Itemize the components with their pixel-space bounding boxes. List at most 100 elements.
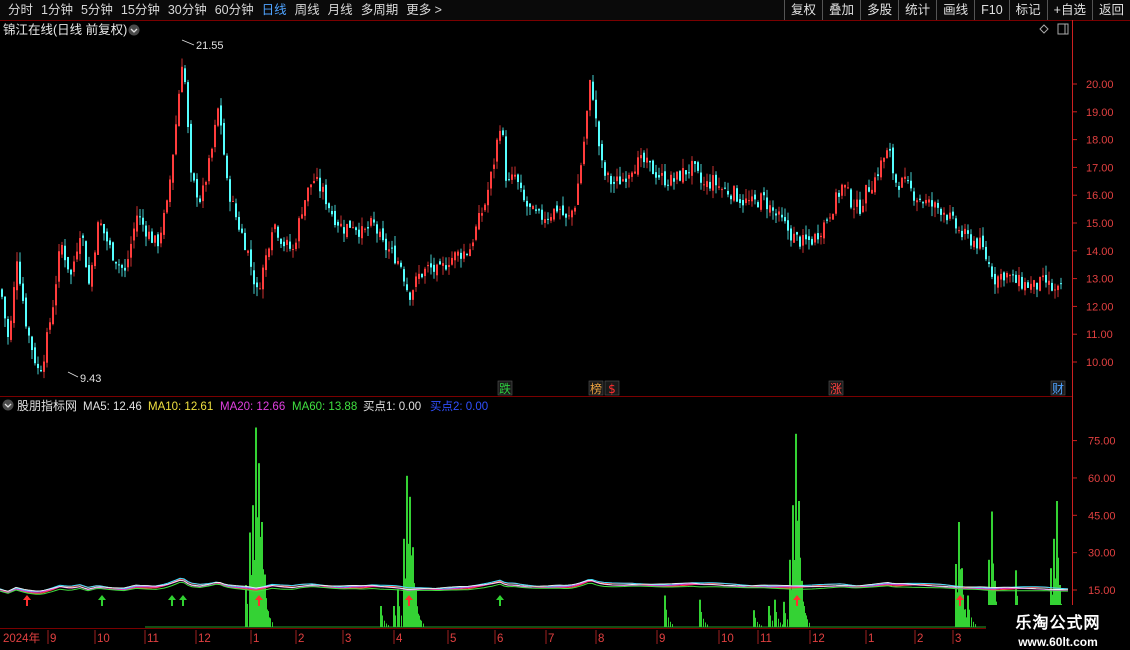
volume-decay-bar	[759, 624, 760, 627]
candle-body	[910, 180, 912, 189]
volume-decay-bar	[757, 621, 758, 627]
candle-body	[862, 205, 864, 213]
candle-body	[868, 187, 870, 192]
volume-decay-bar	[672, 624, 673, 627]
candle-body	[913, 191, 915, 201]
candle-body	[112, 242, 114, 261]
candle-body	[892, 147, 894, 174]
indicator-name[interactable]: 股朋指标网	[17, 398, 77, 413]
volume-decay-bar	[270, 618, 271, 627]
candle-body	[853, 208, 855, 210]
candle-body	[232, 200, 234, 202]
candle-body	[385, 238, 387, 251]
candle-body	[754, 194, 756, 200]
candle-body	[1024, 282, 1026, 291]
candle-body	[781, 214, 783, 218]
legend-item: 买点2: 0.00	[430, 400, 488, 413]
candle-body	[331, 210, 333, 215]
candle-body	[157, 234, 159, 247]
price-axis: 20.00 19.00 18.00 17.00 16.00 15.00 14.00 13.00…	[1072, 79, 1114, 369]
event-marker-finance[interactable]: 财	[1052, 382, 1064, 396]
time-tick-label: 6	[497, 633, 503, 645]
candle-body	[1009, 275, 1011, 277]
event-marker-list[interactable]: 榜	[590, 381, 602, 396]
candle-body	[79, 238, 81, 254]
indicator-chevron-icon[interactable]	[2, 399, 14, 411]
candle-body	[859, 199, 861, 214]
candle-body	[151, 231, 153, 243]
candle-body	[244, 232, 246, 251]
candle-body	[526, 200, 528, 207]
candle-body	[571, 210, 573, 218]
candle-body	[469, 249, 471, 257]
volume-bar	[397, 589, 399, 627]
candle-body	[832, 213, 834, 220]
candle-body	[265, 255, 267, 271]
candle-body	[124, 267, 126, 271]
event-marker-rise[interactable]: 涨	[830, 381, 842, 396]
stock-title[interactable]: 锦江在线(日线 前复权)	[3, 22, 127, 37]
candle-body	[964, 228, 966, 235]
event-marker-drop[interactable]: 跌	[499, 381, 511, 396]
candle-body	[790, 228, 792, 241]
candle-body	[406, 284, 408, 291]
volume-decay-bar	[806, 615, 807, 627]
volume-decay-bar	[755, 617, 756, 627]
candle-body	[898, 186, 900, 190]
candle-body	[529, 203, 531, 207]
candle-body	[598, 121, 600, 147]
time-tick-label: 7	[548, 633, 554, 645]
candle-body	[379, 231, 381, 238]
candle-body	[952, 211, 954, 216]
candle-body	[658, 175, 660, 178]
candle-body	[556, 205, 558, 212]
candle-body	[550, 217, 552, 221]
volume-bar	[792, 505, 794, 627]
candle-body	[337, 221, 339, 226]
time-tick-label: 3	[345, 633, 351, 645]
volume-decay-bar	[975, 624, 976, 627]
candle-body	[409, 292, 411, 300]
candle-body	[607, 172, 609, 176]
price-tick-label: 11.00	[1086, 329, 1113, 341]
candle-body	[418, 273, 420, 279]
candle-body	[1006, 273, 1008, 278]
volume-decay-bar	[965, 609, 966, 627]
diamond-icon[interactable]	[1039, 24, 1049, 34]
candle-body	[586, 110, 588, 139]
candle-body	[43, 361, 45, 372]
candle-body	[88, 265, 90, 284]
candle-body	[619, 176, 621, 185]
candle-body	[181, 66, 183, 93]
candle-body	[463, 251, 465, 259]
candlestick-series	[1, 58, 1062, 379]
volume-bar	[264, 574, 266, 627]
candle-body	[805, 234, 807, 240]
volume-decay-bar	[384, 620, 385, 627]
candle-body	[436, 264, 438, 276]
candle-body	[601, 143, 603, 161]
candle-body	[592, 81, 594, 100]
volume-decay-bar	[670, 621, 671, 627]
legend-item: 买点1: 0.00	[363, 400, 421, 413]
candle-body	[169, 179, 171, 203]
candle-body	[472, 242, 474, 247]
candle-body	[610, 176, 612, 185]
candle-body	[745, 198, 747, 204]
volume-decay-bar	[668, 617, 669, 627]
buy-signal-arrow	[23, 595, 31, 606]
candle-body	[1051, 282, 1053, 291]
candle-body	[973, 240, 975, 248]
volume-decay-bar	[803, 601, 804, 627]
candle-body	[403, 269, 405, 282]
candle-body	[505, 136, 507, 181]
chevron-down-icon[interactable]	[128, 24, 140, 36]
candle-body	[316, 176, 318, 179]
candle-body	[28, 327, 30, 336]
candle-body	[58, 251, 60, 282]
panel-toggle-icon[interactable]	[1057, 23, 1069, 35]
candle-body	[799, 236, 801, 247]
price-tick-label: 18.00	[1086, 135, 1114, 147]
candle-body	[85, 241, 87, 268]
event-marker-dollar[interactable]: $	[608, 382, 616, 396]
